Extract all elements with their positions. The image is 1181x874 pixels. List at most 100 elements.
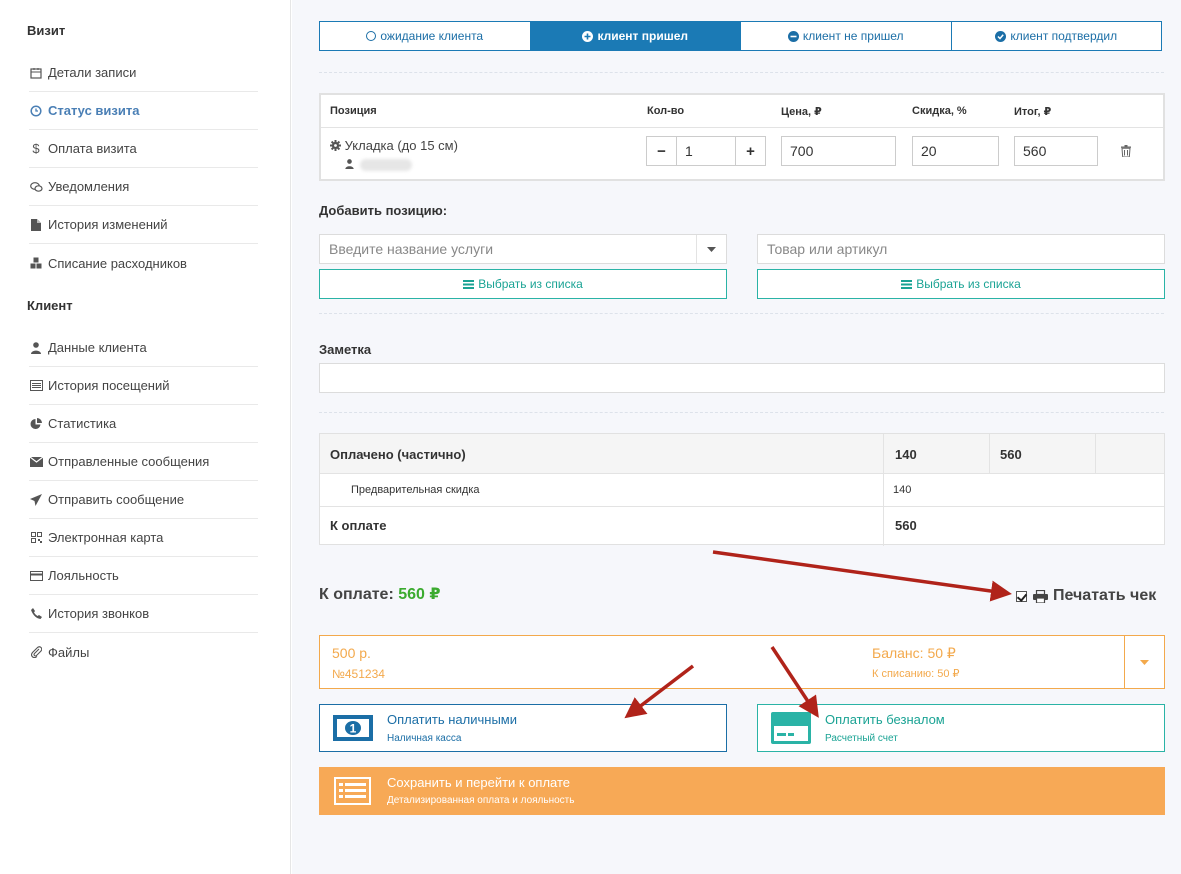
- credit-card-icon: [29, 569, 43, 583]
- pay-card-button[interactable]: Оплатить безналом Расчетный счет: [757, 704, 1165, 752]
- increment-button[interactable]: +: [736, 137, 765, 165]
- note-input[interactable]: [319, 363, 1165, 393]
- divider: [883, 434, 884, 546]
- clock-icon: [366, 31, 377, 41]
- divider: [319, 313, 1164, 314]
- add-position-label: Добавить позицию:: [319, 203, 448, 218]
- sidebar-item-label: Лояльность: [48, 568, 119, 583]
- clock-icon: [29, 104, 43, 118]
- save-and-pay-title: Сохранить и перейти к оплате: [387, 775, 571, 790]
- service-select[interactable]: Введите название услуги: [319, 234, 727, 264]
- choose-service-from-list-button[interactable]: Выбрать из списка: [319, 269, 727, 299]
- discount-value: 140: [893, 484, 912, 496]
- main-content: ожидание клиента клиент пришел клиент не…: [292, 0, 1181, 874]
- paid-value-1: 140: [895, 447, 917, 462]
- sidebar-item-notifications[interactable]: Уведомления: [29, 168, 258, 206]
- pay-card-subtitle: Расчетный счет: [825, 733, 898, 744]
- chevron-down-icon[interactable]: [696, 235, 726, 263]
- sidebar-item-statistics[interactable]: Статистика: [29, 405, 258, 443]
- list-icon: [29, 379, 43, 393]
- sidebar-item-e-card[interactable]: Электронная карта: [29, 519, 258, 557]
- price-input[interactable]: 700: [781, 136, 896, 166]
- service-name: Укладка (до 15 см): [344, 138, 458, 153]
- tab-waiting-client[interactable]: ожидание клиента: [320, 22, 531, 50]
- sidebar-item-consumables[interactable]: Списание расходников: [29, 244, 258, 282]
- col-header-price: Цена, ₽: [781, 106, 822, 118]
- trash-icon[interactable]: [1121, 145, 1131, 158]
- dollar-icon: $: [32, 141, 40, 156]
- sidebar-item-visit-status[interactable]: Статус визита: [29, 92, 258, 130]
- total-input[interactable]: 560: [1014, 136, 1098, 166]
- tab-label: ожидание клиента: [380, 29, 484, 43]
- certificate-amount: 500 р.: [332, 645, 371, 661]
- tab-label: клиент подтвердил: [1010, 29, 1118, 43]
- service-master: [345, 157, 412, 172]
- certificate-balance: Баланс: 50 ₽: [872, 645, 956, 661]
- sidebar-item-label: Отправить сообщение: [48, 492, 185, 507]
- quantity-input[interactable]: 1: [676, 137, 736, 165]
- quantity-stepper: − 1 +: [646, 136, 766, 166]
- sidebar-item-label: Электронная карта: [48, 530, 164, 545]
- plus-circle-icon: [582, 30, 594, 42]
- payment-summary-table: Оплачено (частично) 140 560 Предваритель…: [319, 433, 1165, 546]
- qr-icon: [29, 531, 43, 545]
- col-header-discount: Скидка, %: [912, 105, 967, 117]
- sidebar-item-files[interactable]: Файлы: [29, 633, 258, 671]
- credit-card-icon: [771, 712, 811, 747]
- print-receipt-checkbox[interactable]: [1016, 590, 1027, 602]
- certificate-write-off: К списанию: 50 ₽: [872, 668, 960, 680]
- tab-label: клиент пришел: [597, 29, 689, 43]
- sidebar-item-label: Данные клиента: [48, 340, 147, 355]
- sidebar-item-call-history[interactable]: История звонков: [29, 595, 258, 633]
- choose-product-from-list-button[interactable]: Выбрать из списка: [757, 269, 1165, 299]
- product-search-input[interactable]: Товар или артикул: [757, 234, 1165, 264]
- pay-cash-button[interactable]: 1 Оплатить наличными Наличная касса: [319, 704, 727, 752]
- tab-client-confirmed[interactable]: клиент подтвердил: [951, 22, 1161, 50]
- calendar-icon: [29, 66, 43, 80]
- sidebar-item-label: Детали записи: [48, 65, 137, 80]
- tab-client-arrived[interactable]: клиент пришел: [530, 22, 741, 50]
- sidebar-item-change-history[interactable]: История изменений: [29, 206, 258, 244]
- chevron-down-icon[interactable]: [1124, 636, 1164, 688]
- sidebar-item-record-details[interactable]: Детали записи: [29, 54, 258, 92]
- sidebar-item-client-data[interactable]: Данные клиента: [29, 329, 258, 367]
- section-visit: Визит: [27, 23, 66, 38]
- user-icon: [29, 341, 43, 355]
- print-receipt-toggle[interactable]: Печатать чек: [1016, 587, 1156, 605]
- sidebar-item-loyalty[interactable]: Лояльность: [29, 557, 258, 595]
- button-label: Выбрать из списка: [916, 277, 1021, 291]
- sidebar-item-visit-payment[interactable]: $ Оплата визита: [29, 130, 258, 168]
- sidebar-item-label: История звонков: [48, 606, 150, 621]
- divider: [1095, 434, 1096, 474]
- svg-text:1: 1: [350, 722, 357, 736]
- discount-input[interactable]: 20: [912, 136, 999, 166]
- table-row: Укладка (до 15 см): [330, 138, 458, 154]
- positions-table: Позиция Кол-во Цена, ₽ Скидка, % Итог, ₽…: [319, 93, 1165, 181]
- tab-client-not-arrived[interactable]: клиент не пришел: [741, 22, 952, 50]
- pay-card-title: Оплатить безналом: [825, 712, 945, 727]
- due-label: К оплате: [330, 518, 387, 533]
- pay-cash-subtitle: Наличная касса: [387, 733, 462, 744]
- col-header-total: Итог, ₽: [1014, 106, 1052, 118]
- to-pay-amount: 560 ₽: [398, 586, 441, 603]
- sidebar: Визит Детали записи Статус визита $ Опла…: [0, 0, 291, 874]
- decrement-button[interactable]: −: [647, 137, 676, 165]
- sidebar-item-sent-messages[interactable]: Отправленные сообщения: [29, 443, 258, 481]
- save-and-pay-button[interactable]: Сохранить и перейти к оплате Детализиров…: [319, 767, 1165, 815]
- certificate-select[interactable]: 500 р. №451234 Баланс: 50 ₽ К списанию: …: [319, 635, 1165, 689]
- sidebar-item-label: Уведомления: [48, 179, 130, 194]
- paperclip-icon: [29, 645, 43, 659]
- gear-icon[interactable]: [330, 139, 341, 154]
- sidebar-item-label: История изменений: [48, 217, 168, 232]
- sidebar-item-label: Статистика: [48, 416, 117, 431]
- master-name-redacted: [360, 158, 412, 171]
- document-icon: [29, 218, 43, 232]
- user-icon: [345, 157, 354, 172]
- product-search-placeholder: Товар или артикул: [767, 241, 888, 257]
- tab-label: клиент не пришел: [802, 29, 904, 43]
- service-select-placeholder: Введите название услуги: [329, 241, 494, 257]
- sidebar-item-send-message[interactable]: Отправить сообщение: [29, 481, 258, 519]
- divider: [319, 412, 1164, 413]
- sidebar-item-visit-history[interactable]: История посещений: [29, 367, 258, 405]
- pay-cash-title: Оплатить наличными: [387, 712, 517, 727]
